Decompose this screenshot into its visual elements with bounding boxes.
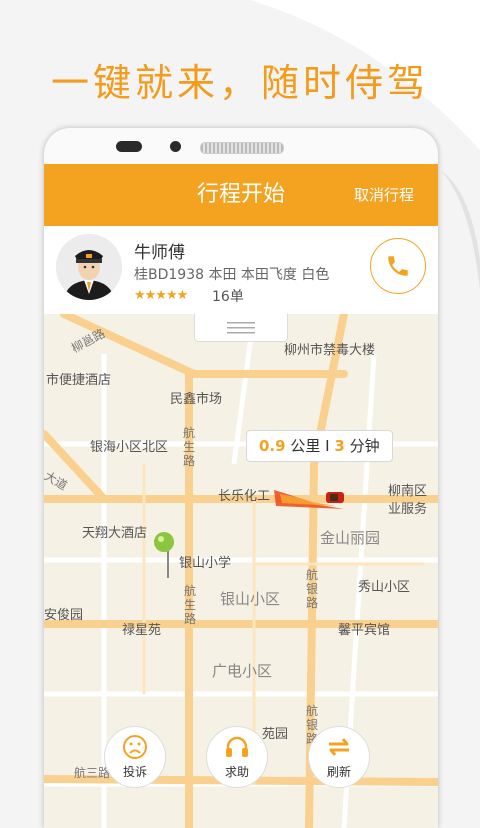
refresh-icon	[329, 738, 349, 756]
poi-label: 馨平宾馆	[338, 623, 391, 638]
sensor	[170, 141, 181, 152]
drag-handle[interactable]	[194, 314, 288, 342]
driver-name: 牛师傅	[134, 243, 185, 263]
poi-label: 银海小区北区	[90, 440, 169, 455]
separator: I	[325, 437, 330, 455]
poi-label: 苑园	[262, 727, 289, 742]
road-label: 航银路	[306, 568, 319, 610]
poi-label: 金山丽园	[320, 529, 381, 547]
refresh-button[interactable]: 刷新	[308, 726, 370, 788]
order-count: 16单	[212, 289, 244, 305]
poi-label: 银山小学	[179, 556, 232, 571]
headset-icon	[226, 736, 248, 757]
poi-label: 业服务	[388, 502, 428, 517]
poi-label: 柳南区	[388, 484, 428, 499]
phone-frame: 行程开始 取消行程 牛师傅 桂BD1938 本田 本田飞度 白色 ★★★★★ 1…	[44, 128, 438, 828]
rating-stars: ★★★★★	[134, 288, 188, 303]
driver-card: 牛师傅 桂BD1938 本田 本田飞度 白色 ★★★★★ 16单	[44, 226, 438, 315]
help-label: 求助	[224, 765, 249, 779]
poi-label: 秀山小区	[358, 580, 411, 595]
poi-label: 柳州市禁毒大楼	[284, 343, 376, 358]
sad-face-icon	[123, 735, 147, 759]
time-unit: 分钟	[349, 437, 380, 455]
driver-avatar	[56, 234, 122, 300]
cancel-trip-button[interactable]: 取消行程	[354, 164, 414, 226]
menu-handle-icon	[227, 321, 255, 333]
trip-eta-box: 0.9 公里 I 3 分钟	[246, 430, 393, 462]
poi-label: 广电小区	[212, 662, 273, 680]
road-label: 航生路	[183, 426, 196, 468]
poi-label: 市便捷酒店	[46, 373, 112, 388]
top-bar: 行程开始 取消行程	[44, 164, 438, 226]
headline: 一键就来，随时侍驾	[50, 61, 429, 105]
complain-button[interactable]: 投诉	[104, 726, 166, 788]
poi-label: 禄星苑	[122, 623, 162, 638]
poi-label: 天翔大酒店	[82, 526, 148, 541]
road-label: 航生路	[184, 584, 197, 626]
app-screen: 行程开始 取消行程 牛师傅 桂BD1938 本田 本田飞度 白色 ★★★★★ 1…	[44, 164, 438, 828]
front-camera	[116, 141, 142, 152]
poi-label: 安俊园	[44, 608, 84, 623]
poi-label: 银山小区	[220, 590, 281, 608]
phone-icon	[388, 256, 408, 276]
car-info: 桂BD1938 本田 本田飞度 白色	[134, 267, 330, 283]
poi-label: 民鑫市场	[170, 392, 223, 407]
time-value: 3	[334, 437, 345, 455]
complain-label: 投诉	[122, 765, 147, 779]
help-button[interactable]: 求助	[206, 726, 268, 788]
refresh-label: 刷新	[326, 765, 351, 779]
call-driver-button[interactable]	[370, 238, 426, 294]
distance-value: 0.9	[259, 437, 286, 455]
distance-unit: 公里	[290, 437, 321, 455]
speaker-grille	[200, 142, 284, 154]
poi-label: 长乐化工	[218, 489, 271, 504]
